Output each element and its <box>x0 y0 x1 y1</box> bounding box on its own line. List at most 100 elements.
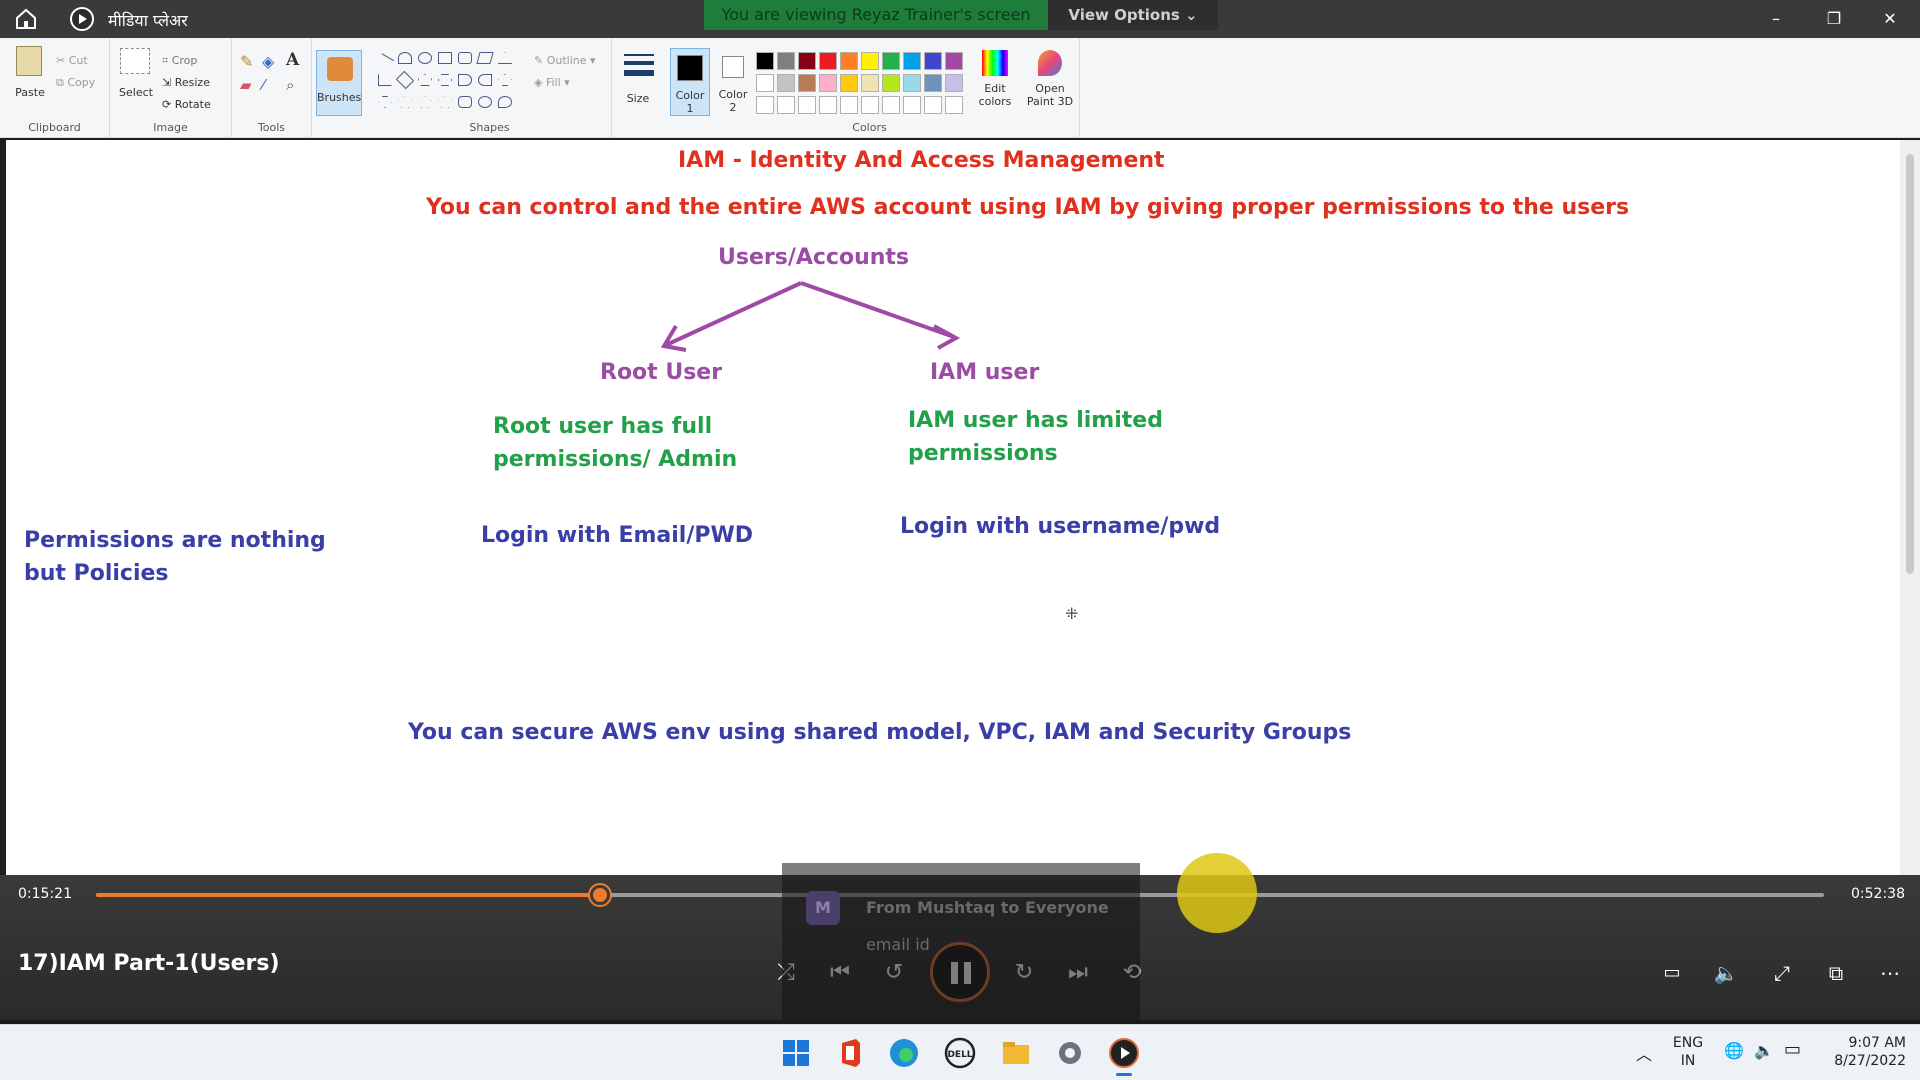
home-icon[interactable] <box>14 8 44 32</box>
mini-player-icon[interactable]: ⧉ <box>1818 955 1854 991</box>
copy-label: Copy <box>67 76 96 89</box>
policies-text-line1: Permissions are nothing <box>24 528 326 553</box>
select-icon[interactable] <box>120 48 150 74</box>
paste-icon[interactable] <box>16 46 42 76</box>
policies-text-line2: but Policies <box>24 561 169 586</box>
image-group-label: Image <box>153 121 188 134</box>
app-title: मीडिया प्लेअर <box>108 11 188 30</box>
cursor-highlight <box>1177 853 1257 933</box>
tools-group-label: Tools <box>257 121 286 134</box>
seek-bar-progress <box>96 893 600 897</box>
captions-icon[interactable]: ▭ <box>1654 955 1690 991</box>
shapes-group-label: Shapes <box>469 121 510 134</box>
language-code: ENG <box>1672 1035 1704 1051</box>
rotate-button[interactable]: ⟳ Rotate <box>162 98 211 111</box>
cut-label: Cut <box>68 54 88 67</box>
media-player-titlebar: मीडिया प्लेअर You are viewing Reyaz Trai… <box>0 0 1920 38</box>
scrollbar-thumb[interactable] <box>1906 154 1914 574</box>
outline-button[interactable]: ✎ Outline ▾ <box>534 54 596 67</box>
brushes-button[interactable]: Brushes <box>316 50 362 116</box>
clipboard-group-label: Clipboard <box>28 121 81 134</box>
fullscreen-icon[interactable]: ⤢ <box>1764 955 1800 991</box>
fill-label: Fill <box>545 76 561 89</box>
media-title: 17)IAM Part-1(Users) <box>18 951 280 976</box>
canvas-vertical-scrollbar[interactable] <box>1900 140 1920 875</box>
size-button[interactable]: Size <box>618 50 658 120</box>
clipboard-group: Paste ✂ Cut ⧉ Copy Clipboard <box>0 38 110 138</box>
chevron-down-icon: ⌄ <box>1185 6 1198 24</box>
office-icon[interactable] <box>834 1037 866 1069</box>
region-code: IN <box>1680 1053 1696 1069</box>
total-duration: 0:52:38 <box>1851 886 1905 902</box>
paste-button[interactable]: Paste <box>8 86 52 99</box>
tools-group: ✎ ◈ A ▰ ⁄ ⌕ Tools <box>232 38 312 138</box>
clock[interactable]: 9:07 AM 8/27/2022 <box>1816 1034 1906 1070</box>
language-indicator[interactable]: ENG IN <box>1668 1034 1708 1070</box>
color-picker-icon[interactable]: ⁄ <box>262 76 265 94</box>
network-icon[interactable]: 🌐 <box>1724 1041 1744 1060</box>
text-tool-icon[interactable]: A <box>286 50 299 70</box>
active-app-indicator <box>1116 1073 1132 1076</box>
svg-text:DELL: DELL <box>947 1050 972 1060</box>
chat-notification: M From Mushtaq to Everyone email id <box>782 863 1140 1023</box>
more-options-icon[interactable]: ⋯ <box>1872 955 1908 991</box>
brushes-label: Brushes <box>317 91 362 104</box>
restore-button[interactable]: ❐ <box>1814 6 1854 32</box>
media-player-taskbar-icon[interactable] <box>1108 1037 1140 1076</box>
close-button[interactable]: ✕ <box>1870 6 1910 32</box>
crop-label: Crop <box>171 54 198 67</box>
settings-gear-icon[interactable] <box>1054 1037 1086 1069</box>
arrow-to-iam-user <box>800 281 955 339</box>
rotate-label: Rotate <box>174 98 211 111</box>
fill-button[interactable]: ◈ Fill ▾ <box>534 76 570 89</box>
elapsed-time: 0:15:21 <box>18 886 72 902</box>
pencil-icon[interactable]: ✎ <box>240 52 253 71</box>
iam-user-label: IAM user <box>930 360 1040 385</box>
resize-label: Resize <box>174 76 210 89</box>
windows-taskbar: DELL ︿ ENG IN 🌐 🔈 ▭ 9:07 AM 8/27/2022 <box>0 1024 1920 1080</box>
brush-icon <box>327 57 353 81</box>
view-options-button[interactable]: View Options ⌄ <box>1048 0 1218 30</box>
colors-group: Colors <box>660 38 1080 138</box>
iam-login-text: Login with username/pwd <box>900 514 1221 539</box>
edge-browser-icon[interactable] <box>888 1037 920 1069</box>
windows-start-icon[interactable] <box>780 1037 812 1069</box>
paint-canvas[interactable]: IAM - Identity And Access Management You… <box>6 140 1900 875</box>
shapes-group: ✎ Outline ▾ ◈ Fill ▾ Shapes <box>368 38 612 138</box>
select-button[interactable]: Select <box>114 86 158 99</box>
chat-sender: From Mushtaq to Everyone <box>866 898 1109 917</box>
diagram-arrows <box>660 281 961 352</box>
crop-button[interactable]: ⌗ Crop <box>162 54 197 68</box>
file-explorer-icon[interactable] <box>1000 1037 1032 1069</box>
copy-button[interactable]: ⧉ Copy <box>56 76 95 90</box>
show-hidden-icons[interactable]: ︿ <box>1636 1041 1652 1065</box>
media-player-app-icon <box>70 7 94 31</box>
secure-aws-text: You can secure AWS env using shared mode… <box>408 720 1352 745</box>
size-label: Size <box>626 92 650 105</box>
paint-ribbon: Paste ✂ Cut ⧉ Copy Clipboard Select ⌗ Cr… <box>0 38 1920 138</box>
seek-bar-thumb[interactable] <box>589 885 610 905</box>
colors-group-label: Colors <box>852 121 887 134</box>
clock-time: 9:07 AM <box>1848 1035 1906 1051</box>
magnifier-icon[interactable]: ⌕ <box>286 76 294 94</box>
clock-date: 8/27/2022 <box>1834 1053 1906 1069</box>
speaker-icon[interactable]: 🔈 <box>1754 1041 1774 1060</box>
root-login-text: Login with Email/PWD <box>481 523 754 548</box>
root-user-desc-line2: permissions/ Admin <box>493 447 738 472</box>
minimize-button[interactable]: – <box>1756 6 1796 32</box>
screen-share-banner: You are viewing Reyaz Trainer's screen <box>704 0 1048 30</box>
resize-button[interactable]: ⇲ Resize <box>162 76 210 89</box>
cursor-crosshair-icon: ⁜ <box>1065 604 1079 623</box>
chat-message: email id <box>866 935 930 954</box>
outline-label: Outline <box>546 54 587 67</box>
iam-user-desc-line2: permissions <box>908 441 1058 466</box>
volume-icon[interactable]: 🔈 <box>1708 955 1744 991</box>
fill-bucket-icon[interactable]: ◈ <box>262 52 274 71</box>
arrow-to-root-user <box>665 281 802 347</box>
battery-icon[interactable]: ▭ <box>1784 1039 1801 1060</box>
dell-icon[interactable]: DELL <box>944 1037 976 1069</box>
chat-avatar: M <box>806 891 840 925</box>
cut-button[interactable]: ✂ Cut <box>56 54 88 67</box>
root-user-desc-line1: Root user has full <box>493 414 713 439</box>
eraser-icon[interactable]: ▰ <box>240 76 252 94</box>
